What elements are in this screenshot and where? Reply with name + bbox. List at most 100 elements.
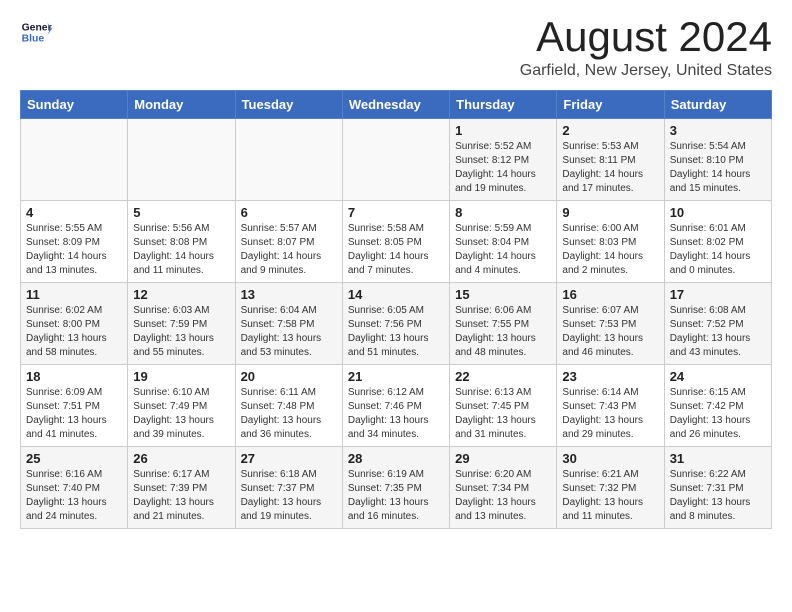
day-info: Sunrise: 6:11 AM Sunset: 7:48 PM Dayligh… — [241, 386, 337, 442]
calendar-cell: 3 Sunrise: 5:54 AM Sunset: 8:10 PM Daylig… — [664, 119, 771, 201]
day-info: Sunrise: 6:12 AM Sunset: 7:46 PM Dayligh… — [348, 386, 444, 442]
location-title: Garfield, New Jersey, United States — [520, 62, 772, 80]
calendar-cell: 29Sunrise: 6:20 AM Sunset: 7:34 PM Dayli… — [450, 447, 557, 529]
day-number: 17 — [670, 287, 766, 302]
day-info: Sunrise: 6:16 AM Sunset: 7:40 PM Dayligh… — [26, 468, 122, 524]
day-number: 18 — [26, 369, 122, 384]
day-number: 4 — [26, 205, 122, 220]
day-info: Sunrise: 6:17 AM Sunset: 7:39 PM Dayligh… — [133, 468, 229, 524]
calendar-cell: 5 Sunrise: 5:56 AM Sunset: 8:08 PM Daylig… — [128, 201, 235, 283]
calendar-cell: 22 Sunrise: 6:13 AM Sunset: 7:45 PM Dayli… — [450, 365, 557, 447]
weekday-header-wednesday: Wednesday — [342, 91, 449, 119]
day-number: 2 — [562, 123, 658, 138]
day-number: 20 — [241, 369, 337, 384]
day-number: 26 — [133, 451, 229, 466]
day-info: Sunrise: 6:05 AM Sunset: 7:56 PM Dayligh… — [348, 304, 444, 360]
calendar-table: SundayMondayTuesdayWednesdayThursdayFrid… — [20, 90, 772, 529]
calendar-cell: 20 Sunrise: 6:11 AM Sunset: 7:48 PM Dayli… — [235, 365, 342, 447]
calendar-cell: 24 Sunrise: 6:15 AM Sunset: 7:42 PM Dayli… — [664, 365, 771, 447]
month-title: August 2024 — [520, 16, 772, 58]
day-info: Sunrise: 6:02 AM Sunset: 8:00 PM Dayligh… — [26, 304, 122, 360]
logo-icon: General Blue — [20, 16, 52, 48]
weekday-header-row: SundayMondayTuesdayWednesdayThursdayFrid… — [21, 91, 772, 119]
day-number: 31 — [670, 451, 766, 466]
day-number: 15 — [455, 287, 551, 302]
weekday-header-tuesday: Tuesday — [235, 91, 342, 119]
day-info: Sunrise: 6:20 AM Sunset: 7:34 PM Dayligh… — [455, 468, 551, 524]
day-info: Sunrise: 5:58 AM Sunset: 8:05 PM Dayligh… — [348, 222, 444, 278]
calendar-week-row: 4Sunrise: 5:55 AM Sunset: 8:09 PM Daylig… — [21, 201, 772, 283]
weekday-header-sunday: Sunday — [21, 91, 128, 119]
calendar-cell: 4Sunrise: 5:55 AM Sunset: 8:09 PM Daylig… — [21, 201, 128, 283]
svg-text:Blue: Blue — [22, 34, 45, 45]
svg-text:General: General — [22, 22, 52, 33]
calendar-cell — [342, 119, 449, 201]
day-number: 21 — [348, 369, 444, 384]
calendar-cell: 15Sunrise: 6:06 AM Sunset: 7:55 PM Dayli… — [450, 283, 557, 365]
day-number: 10 — [670, 205, 766, 220]
day-info: Sunrise: 5:56 AM Sunset: 8:08 PM Dayligh… — [133, 222, 229, 278]
calendar-cell: 14 Sunrise: 6:05 AM Sunset: 7:56 PM Dayli… — [342, 283, 449, 365]
calendar-cell: 12Sunrise: 6:03 AM Sunset: 7:59 PM Dayli… — [128, 283, 235, 365]
calendar-cell: 1Sunrise: 5:52 AM Sunset: 8:12 PM Daylig… — [450, 119, 557, 201]
calendar-cell: 27 Sunrise: 6:18 AM Sunset: 7:37 PM Dayli… — [235, 447, 342, 529]
day-number: 23 — [562, 369, 658, 384]
calendar-body: 1Sunrise: 5:52 AM Sunset: 8:12 PM Daylig… — [21, 119, 772, 529]
calendar-header: SundayMondayTuesdayWednesdayThursdayFrid… — [21, 91, 772, 119]
day-number: 14 — [348, 287, 444, 302]
weekday-header-friday: Friday — [557, 91, 664, 119]
day-number: 13 — [241, 287, 337, 302]
calendar-cell: 9 Sunrise: 6:00 AM Sunset: 8:03 PM Daylig… — [557, 201, 664, 283]
calendar-week-row: 1Sunrise: 5:52 AM Sunset: 8:12 PM Daylig… — [21, 119, 772, 201]
title-section: August 2024 Garfield, New Jersey, United… — [520, 16, 772, 80]
day-number: 3 — [670, 123, 766, 138]
weekday-header-monday: Monday — [128, 91, 235, 119]
day-info: Sunrise: 5:54 AM Sunset: 8:10 PM Dayligh… — [670, 140, 766, 196]
calendar-cell: 19Sunrise: 6:10 AM Sunset: 7:49 PM Dayli… — [128, 365, 235, 447]
day-info: Sunrise: 6:07 AM Sunset: 7:53 PM Dayligh… — [562, 304, 658, 360]
calendar-cell — [21, 119, 128, 201]
day-info: Sunrise: 6:13 AM Sunset: 7:45 PM Dayligh… — [455, 386, 551, 442]
day-info: Sunrise: 6:18 AM Sunset: 7:37 PM Dayligh… — [241, 468, 337, 524]
day-number: 8 — [455, 205, 551, 220]
day-info: Sunrise: 6:00 AM Sunset: 8:03 PM Dayligh… — [562, 222, 658, 278]
day-info: Sunrise: 6:21 AM Sunset: 7:32 PM Dayligh… — [562, 468, 658, 524]
day-info: Sunrise: 6:10 AM Sunset: 7:49 PM Dayligh… — [133, 386, 229, 442]
calendar-cell: 10 Sunrise: 6:01 AM Sunset: 8:02 PM Dayli… — [664, 201, 771, 283]
day-number: 30 — [562, 451, 658, 466]
calendar-cell — [235, 119, 342, 201]
day-info: Sunrise: 5:53 AM Sunset: 8:11 PM Dayligh… — [562, 140, 658, 196]
day-info: Sunrise: 6:14 AM Sunset: 7:43 PM Dayligh… — [562, 386, 658, 442]
calendar-cell — [128, 119, 235, 201]
calendar-cell: 16 Sunrise: 6:07 AM Sunset: 7:53 PM Dayli… — [557, 283, 664, 365]
day-number: 16 — [562, 287, 658, 302]
day-number: 11 — [26, 287, 122, 302]
calendar-week-row: 11 Sunrise: 6:02 AM Sunset: 8:00 PM Dayli… — [21, 283, 772, 365]
day-number: 22 — [455, 369, 551, 384]
day-info: Sunrise: 6:08 AM Sunset: 7:52 PM Dayligh… — [670, 304, 766, 360]
day-number: 9 — [562, 205, 658, 220]
day-number: 12 — [133, 287, 229, 302]
day-number: 5 — [133, 205, 229, 220]
calendar-cell: 2 Sunrise: 5:53 AM Sunset: 8:11 PM Daylig… — [557, 119, 664, 201]
calendar-cell: 23 Sunrise: 6:14 AM Sunset: 7:43 PM Dayli… — [557, 365, 664, 447]
day-info: Sunrise: 6:09 AM Sunset: 7:51 PM Dayligh… — [26, 386, 122, 442]
day-number: 24 — [670, 369, 766, 384]
calendar-cell: 8 Sunrise: 5:59 AM Sunset: 8:04 PM Daylig… — [450, 201, 557, 283]
calendar-cell: 18 Sunrise: 6:09 AM Sunset: 7:51 PM Dayli… — [21, 365, 128, 447]
day-number: 25 — [26, 451, 122, 466]
day-info: Sunrise: 6:04 AM Sunset: 7:58 PM Dayligh… — [241, 304, 337, 360]
day-info: Sunrise: 6:19 AM Sunset: 7:35 PM Dayligh… — [348, 468, 444, 524]
day-number: 6 — [241, 205, 337, 220]
calendar-cell: 11 Sunrise: 6:02 AM Sunset: 8:00 PM Dayli… — [21, 283, 128, 365]
weekday-header-saturday: Saturday — [664, 91, 771, 119]
day-info: Sunrise: 5:59 AM Sunset: 8:04 PM Dayligh… — [455, 222, 551, 278]
calendar-cell: 13 Sunrise: 6:04 AM Sunset: 7:58 PM Dayli… — [235, 283, 342, 365]
page-header: General Blue August 2024 Garfield, New J… — [20, 16, 772, 80]
day-number: 27 — [241, 451, 337, 466]
day-info: Sunrise: 6:01 AM Sunset: 8:02 PM Dayligh… — [670, 222, 766, 278]
calendar-cell: 17 Sunrise: 6:08 AM Sunset: 7:52 PM Dayli… — [664, 283, 771, 365]
calendar-cell: 28Sunrise: 6:19 AM Sunset: 7:35 PM Dayli… — [342, 447, 449, 529]
day-info: Sunrise: 6:15 AM Sunset: 7:42 PM Dayligh… — [670, 386, 766, 442]
calendar-cell: 31Sunrise: 6:22 AM Sunset: 7:31 PM Dayli… — [664, 447, 771, 529]
